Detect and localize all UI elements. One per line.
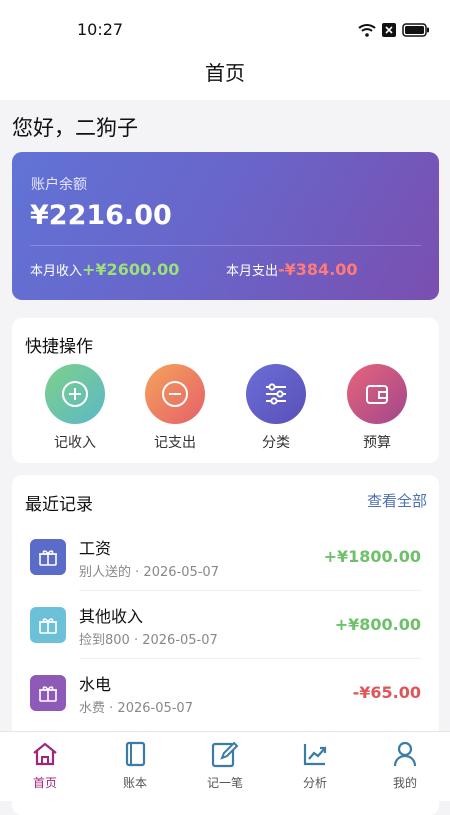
user-icon — [360, 738, 450, 770]
tab-add-record[interactable]: 记一笔 — [180, 738, 270, 791]
wifi-icon — [358, 22, 376, 41]
record-name: 水电 — [79, 675, 112, 694]
balance-amount: ¥2216.00 — [30, 200, 172, 231]
tab-ledger[interactable]: 账本 — [90, 738, 180, 791]
tab-ledger-label: 账本 — [122, 776, 147, 790]
quick-actions-card: 快捷操作 记收入 记支出 分类 预算 — [12, 318, 439, 463]
tab-analysis[interactable]: 分析 — [270, 738, 360, 791]
greeting: 您好，二狗子 — [12, 116, 138, 140]
quick-add-income-button[interactable]: 记收入 — [35, 364, 115, 452]
record-name: 其他收入 — [79, 607, 144, 626]
bottom-tab-bar: 首页 账本 记一笔 分析 我的 — [0, 731, 450, 801]
tab-analysis-label: 分析 — [302, 776, 327, 790]
gift-icon — [30, 607, 66, 643]
record-meta: 捡到800 · 2026-05-07 — [79, 633, 218, 648]
status-icons — [358, 22, 430, 41]
recent-records-title: 最近记录 — [25, 495, 93, 515]
quick-add-income-label: 记收入 — [54, 435, 96, 451]
plus-circle-icon — [45, 364, 105, 424]
monthly-expense-value: -¥384.00 — [278, 260, 358, 279]
monthly-expense-label: 本月支出 — [226, 264, 279, 279]
quick-add-expense-button[interactable]: 记支出 — [135, 364, 215, 452]
tab-add-record-label: 记一笔 — [206, 776, 243, 790]
view-all-link[interactable]: 查看全部 — [367, 490, 427, 511]
record-amount: +¥1800.00 — [323, 547, 421, 566]
status-time: 10:27 — [77, 20, 124, 39]
monthly-income-value: +¥2600.00 — [82, 260, 180, 279]
tab-home-label: 首页 — [32, 776, 57, 790]
record-row[interactable]: 其他收入 捡到800 · 2026-05-07 +¥800.00 — [12, 591, 439, 659]
minus-circle-icon — [145, 364, 205, 424]
monthly-income-label: 本月收入 — [30, 264, 83, 279]
edit-icon — [180, 738, 270, 770]
battery-icon — [402, 22, 430, 41]
balance-divider — [30, 245, 421, 246]
record-amount: -¥65.00 — [352, 683, 421, 702]
monthly-income: 本月收入+¥2600.00 — [30, 260, 179, 279]
balance-card: 账户余额 ¥2216.00 本月收入+¥2600.00 本月支出-¥384.00 — [12, 152, 439, 300]
home-icon — [0, 738, 90, 770]
record-amount: +¥800.00 — [334, 615, 421, 634]
quick-budget-label: 预算 — [363, 435, 391, 451]
sim-off-icon — [382, 22, 396, 41]
quick-actions-title: 快捷操作 — [25, 337, 93, 357]
nav-bar: 首页 — [0, 50, 450, 100]
quick-category-button[interactable]: 分类 — [236, 364, 316, 452]
chart-icon — [270, 738, 360, 770]
tab-profile[interactable]: 我的 — [360, 738, 450, 791]
record-row[interactable]: 水电 水费 · 2026-05-07 -¥65.00 — [12, 659, 439, 727]
balance-label: 账户余额 — [31, 177, 87, 193]
wallet-icon — [347, 364, 407, 424]
record-name: 工资 — [79, 539, 112, 558]
tab-profile-label: 我的 — [392, 776, 417, 790]
gift-icon — [30, 539, 66, 575]
sliders-icon — [246, 364, 306, 424]
tab-home[interactable]: 首页 — [0, 738, 90, 791]
page-title: 首页 — [205, 61, 245, 85]
record-meta: 别人送的 · 2026-05-07 — [79, 565, 219, 580]
book-icon — [90, 738, 180, 770]
quick-add-expense-label: 记支出 — [154, 435, 196, 451]
gift-icon — [30, 675, 66, 711]
record-meta: 水费 · 2026-05-07 — [79, 701, 193, 716]
quick-category-label: 分类 — [262, 435, 290, 451]
record-row[interactable]: 工资 别人送的 · 2026-05-07 +¥1800.00 — [12, 523, 439, 591]
quick-budget-button[interactable]: 预算 — [337, 364, 417, 452]
status-bar: 10:27 — [0, 0, 450, 50]
monthly-expense: 本月支出-¥384.00 — [226, 260, 358, 279]
